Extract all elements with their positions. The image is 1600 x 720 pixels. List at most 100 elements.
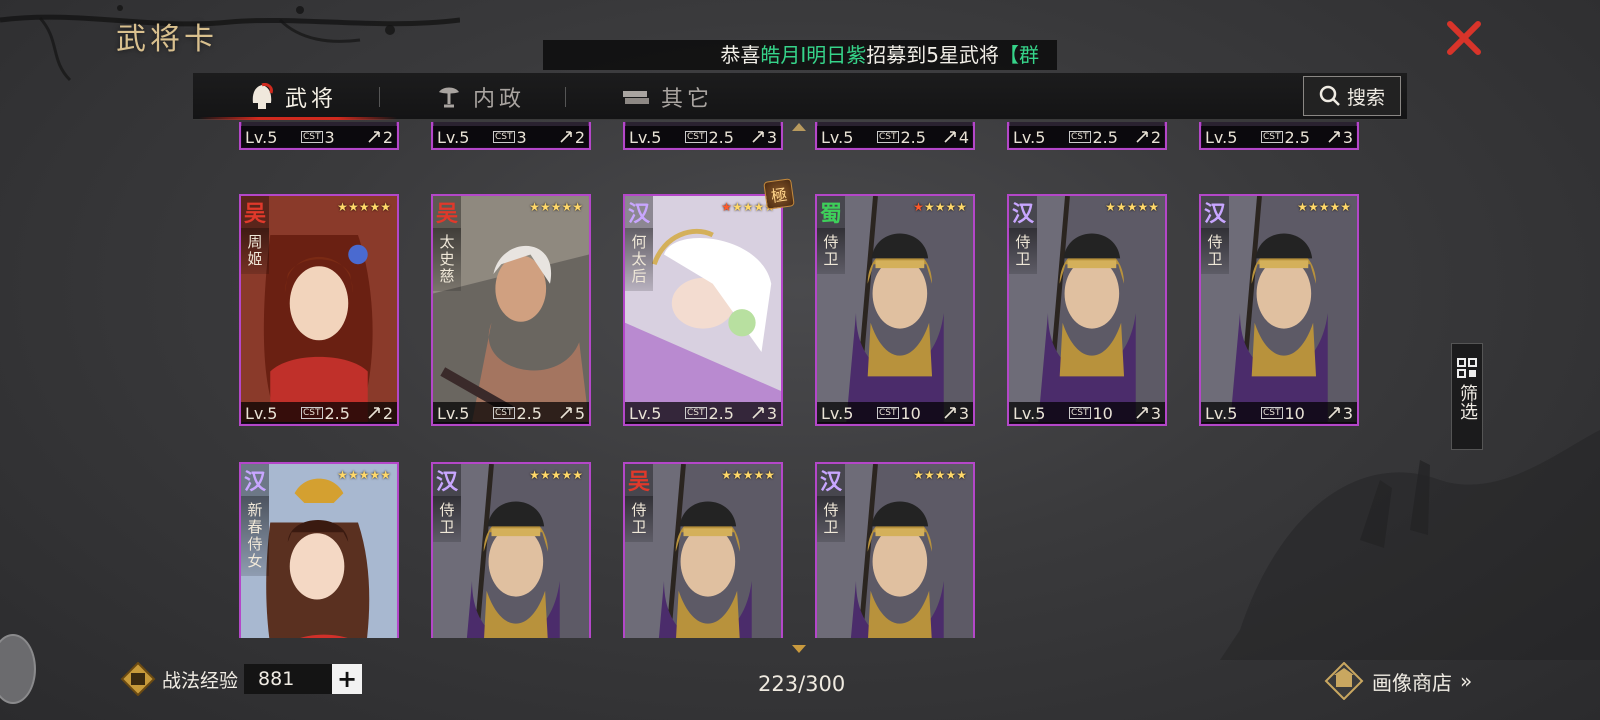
star-icon: ★ [731, 200, 743, 214]
general-card[interactable]: 汉侍卫 ★★★★★ [815, 462, 975, 638]
general-card-partial[interactable]: Lv.5 CST 3 2 [431, 122, 591, 150]
star-icon: ★ [934, 200, 946, 214]
card-stats-bar: Lv.5 CST 10 3 [1009, 402, 1165, 424]
portrait-shop-button[interactable]: 画像商店 » [1324, 662, 1472, 700]
tab-generals-label: 武将 [285, 86, 338, 112]
general-card-partial[interactable]: Lv.5 CST 2.5 3 [1199, 122, 1359, 150]
general-name: 侍卫 [817, 496, 845, 542]
general-card-partial[interactable]: Lv.5 CST 2.5 4 [815, 122, 975, 150]
general-card-partial[interactable]: Lv.5 CST 3 2 [239, 122, 399, 150]
card-level: Lv.5 [245, 403, 278, 423]
portrait-shop-label: 画像商店 [1372, 670, 1452, 695]
star-icon: ★ [380, 468, 391, 482]
tab-generals[interactable]: 武将 [198, 73, 398, 120]
marquee-tail: 【群 [999, 43, 1039, 67]
card-cost: CST 2.5 [877, 128, 943, 147]
general-name: 侍卫 [625, 496, 653, 542]
general-card[interactable]: 吴太史慈 ★★★★★ Lv.5 CST 2.5 5 [431, 194, 591, 426]
card-stats-bar: Lv.5 CST 2.5 5 [433, 402, 589, 424]
card-level: Lv.5 [821, 127, 854, 147]
star-rating: ★★★★★ [913, 468, 967, 482]
card-stats-bar: Lv.5 CST 2.5 3 [625, 126, 781, 148]
card-cost-value: 3 [324, 127, 335, 147]
filter-button[interactable]: 筛选 [1451, 343, 1483, 450]
general-card[interactable]: 汉侍卫 ★★★★★ Lv.5 CST 10 3 [1007, 194, 1167, 426]
star-icon: ★ [1148, 200, 1159, 214]
general-name: 太史慈 [433, 228, 461, 291]
tab-internal-affairs-label: 内政 [473, 86, 526, 112]
general-card[interactable]: 汉何太后★★★★★ Lv.5 CST 2.5 3 [623, 194, 783, 426]
bow-range-icon [944, 131, 956, 143]
card-cost: CST 2.5 [493, 404, 559, 423]
book-stack-icon [623, 90, 649, 104]
card-stats-bar: Lv.5 CST 2.5 2 [1009, 126, 1165, 148]
page-title: 武将卡 [116, 22, 218, 57]
card-level: Lv.5 [1205, 127, 1238, 147]
card-range: 3 [1327, 404, 1353, 423]
general-card-partial[interactable]: Lv.5 CST 2.5 3 [623, 122, 783, 150]
star-icon: ★ [550, 200, 562, 214]
card-stats-bar: Lv.5 CST 3 2 [433, 126, 589, 148]
add-exp-button[interactable]: + [332, 664, 363, 694]
general-card-partial[interactable]: Lv.5 CST 2.5 2 [1007, 122, 1167, 150]
card-stats-bar: Lv.5 CST 10 3 [1201, 402, 1357, 424]
bow-range-icon [752, 131, 764, 143]
star-icon: ★ [337, 468, 348, 482]
chevron-right-icon: » [1460, 669, 1473, 693]
faction-badge: 吴 [241, 196, 269, 228]
cost-icon: CST [685, 131, 707, 143]
search-label: 搜索 [1346, 86, 1385, 109]
card-cost-value: 2.5 [900, 127, 926, 147]
star-icon: ★ [753, 200, 765, 214]
general-name: 何太后 [625, 228, 653, 291]
star-icon: ★ [1126, 200, 1138, 214]
search-button[interactable]: 搜索 [1303, 76, 1401, 116]
card-range: 3 [1135, 404, 1161, 423]
cost-icon: CST [877, 131, 899, 143]
star-rating: ★★★★★ [337, 468, 391, 482]
card-cost-value: 10 [1284, 403, 1305, 423]
card-cost: CST 2.5 [1261, 128, 1327, 147]
general-card[interactable]: 吴周姬 ★★★★★ Lv.5 CST 2.5 2 [239, 194, 399, 426]
card-range-value: 3 [958, 403, 969, 423]
tactic-exp-panel: 战法经验 881 + [120, 662, 363, 696]
side-menu-orb[interactable] [0, 634, 36, 704]
star-icon: ★ [380, 200, 391, 214]
faction-badge: 汉 [1201, 196, 1229, 228]
search-icon [1319, 85, 1340, 106]
general-card[interactable]: 蜀侍卫 ★★★★★ Lv.5 CST 10 3 [815, 194, 975, 426]
tab-others[interactable]: 其它 [621, 73, 713, 120]
tab-internal-affairs[interactable]: 内政 [435, 73, 525, 120]
close-x-icon[interactable] [1444, 18, 1484, 58]
star-icon: ★ [913, 468, 924, 482]
card-cost: CST 2.5 [1069, 128, 1135, 147]
star-rating: ★★★★★ [529, 468, 583, 482]
faction-badge: 汉 [433, 464, 461, 496]
card-level: Lv.5 [1205, 403, 1238, 423]
general-card-grid: Lv.5 CST 3 2 Lv.5 CST 3 2 Lv.5 CST 2.5 3… [193, 122, 1407, 638]
star-rating: ★★★★★ [913, 200, 967, 214]
bow-range-icon [1136, 131, 1148, 143]
bow-range-icon [1328, 131, 1340, 143]
faction-badge: 吴 [433, 196, 461, 228]
filter-label: 筛选 [1457, 384, 1478, 420]
card-range-value: 2 [574, 127, 585, 147]
general-card[interactable]: 汉新春侍女 ★★★★★ [239, 462, 399, 638]
star-icon: ★ [561, 200, 573, 214]
tab-divider [565, 87, 566, 107]
general-card[interactable]: 汉侍卫 ★★★★★ [431, 462, 591, 638]
bow-range-icon [752, 407, 764, 419]
star-icon: ★ [529, 468, 540, 482]
star-icon: ★ [1137, 200, 1149, 214]
star-icon: ★ [337, 200, 348, 214]
card-cost: CST 10 [1069, 404, 1135, 423]
faction-badge: 汉 [241, 464, 269, 496]
star-icon: ★ [369, 468, 381, 482]
card-level: Lv.5 [1013, 127, 1046, 147]
tactic-exp-label: 战法经验 [162, 669, 239, 692]
star-icon: ★ [550, 468, 562, 482]
star-icon: ★ [572, 200, 583, 214]
general-card[interactable]: 汉侍卫 ★★★★★ Lv.5 CST 10 3 [1199, 194, 1359, 426]
star-icon: ★ [753, 468, 765, 482]
general-card[interactable]: 吴侍卫 ★★★★★ [623, 462, 783, 638]
